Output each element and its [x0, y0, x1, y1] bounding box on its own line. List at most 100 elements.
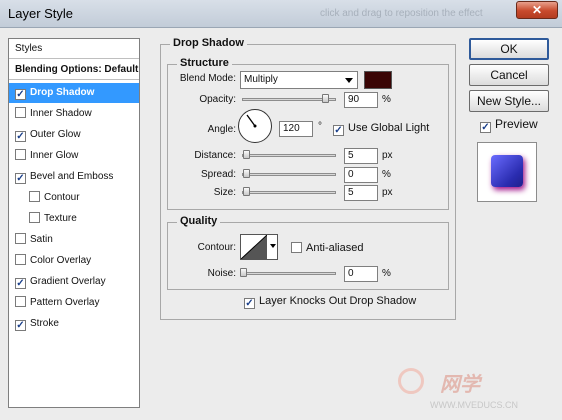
stroke-checkbox[interactable]: ✓: [15, 320, 26, 331]
style-item-gradient-overlay[interactable]: ✓ Gradient Overlay: [9, 272, 139, 292]
distance-slider-thumb[interactable]: [243, 150, 250, 159]
use-global-light-label: Use Global Light: [348, 122, 430, 134]
contour-checkbox[interactable]: [29, 191, 40, 202]
ok-button[interactable]: OK: [469, 38, 549, 60]
style-item-inner-glow[interactable]: Inner Glow: [9, 146, 139, 166]
style-item-pattern-overlay[interactable]: Pattern Overlay: [9, 293, 139, 313]
style-item-contour[interactable]: Contour: [9, 188, 139, 208]
pattern-overlay-checkbox[interactable]: [15, 296, 26, 307]
style-item-bevel-emboss[interactable]: ✓ Bevel and Emboss: [9, 167, 139, 187]
noise-input[interactable]: 0: [344, 266, 378, 282]
opacity-label: Opacity:: [199, 94, 236, 105]
styles-header[interactable]: Styles: [9, 39, 139, 59]
style-item-label: Pattern Overlay: [30, 297, 100, 308]
spread-input[interactable]: 0: [344, 167, 378, 183]
noise-slider-thumb[interactable]: [240, 268, 247, 277]
style-item-label: Texture: [44, 213, 77, 224]
chevron-down-icon: [270, 244, 276, 248]
anti-aliased-checkbox[interactable]: [291, 242, 302, 253]
color-overlay-checkbox[interactable]: [15, 254, 26, 265]
contour-picker[interactable]: [240, 234, 278, 260]
contour-curve-icon: [241, 235, 267, 259]
size-slider-thumb[interactable]: [243, 187, 250, 196]
bevel-emboss-checkbox[interactable]: ✓: [15, 173, 26, 184]
watermark-brand: 网学: [440, 374, 480, 396]
new-style-button[interactable]: New Style...: [469, 90, 549, 112]
layer-knocks-out-toggle[interactable]: ✓ Layer Knocks Out Drop Shadow: [244, 295, 416, 309]
window-title: Layer Style: [8, 6, 74, 21]
style-item-label: Stroke: [30, 318, 59, 329]
quality-group: [167, 222, 449, 290]
inner-shadow-checkbox[interactable]: [15, 107, 26, 118]
angle-dial[interactable]: [238, 109, 272, 143]
angle-input[interactable]: 120: [279, 121, 313, 137]
anti-aliased-label: Anti-aliased: [306, 242, 364, 254]
angle-unit: °: [318, 121, 322, 132]
gradient-overlay-checkbox[interactable]: ✓: [15, 278, 26, 289]
style-item-label: Drop Shadow: [30, 87, 95, 98]
watermark-url: WWW.MVEDUCS.CN: [430, 400, 518, 410]
style-item-label: Inner Glow: [30, 150, 79, 161]
preview-label: Preview: [495, 117, 538, 131]
opacity-input[interactable]: 90: [344, 92, 378, 108]
styles-list: Styles Blending Options: Default ✓ Drop S…: [8, 38, 140, 408]
distance-label: Distance:: [194, 150, 236, 161]
anti-aliased-toggle[interactable]: Anti-aliased: [291, 242, 363, 254]
cancel-button[interactable]: Cancel: [469, 64, 549, 86]
blending-options-item[interactable]: Blending Options: Default: [9, 60, 139, 80]
size-unit: px: [382, 187, 393, 198]
blend-mode-select[interactable]: Multiply: [240, 71, 358, 89]
style-item-color-overlay[interactable]: Color Overlay: [9, 251, 139, 271]
size-input[interactable]: 5: [344, 185, 378, 201]
style-item-label: Inner Shadow: [30, 108, 92, 119]
layer-knocks-out-checkbox[interactable]: ✓: [244, 298, 255, 309]
preview-toggle[interactable]: ✓ Preview: [480, 117, 538, 133]
size-slider-track[interactable]: [242, 191, 336, 194]
blend-mode-value: Multiply: [244, 74, 278, 85]
contour-label: Contour:: [197, 242, 236, 253]
close-button[interactable]: ✕: [516, 1, 558, 19]
distance-slider-track[interactable]: [242, 154, 336, 157]
spread-slider-track[interactable]: [242, 173, 336, 176]
style-item-stroke[interactable]: ✓ Stroke: [9, 314, 139, 334]
style-item-inner-shadow[interactable]: Inner Shadow: [9, 104, 139, 124]
style-item-label: Gradient Overlay: [30, 276, 106, 287]
style-item-label: Satin: [30, 234, 53, 245]
dialog-body: Styles Blending Options: Default ✓ Drop S…: [0, 28, 562, 420]
preview-checkbox[interactable]: ✓: [480, 122, 491, 133]
outer-glow-checkbox[interactable]: ✓: [15, 131, 26, 142]
use-global-light-checkbox[interactable]: ✓: [333, 125, 344, 136]
watermark-logo-icon: [398, 368, 424, 394]
style-item-satin[interactable]: Satin: [9, 230, 139, 250]
angle-label: Angle:: [207, 124, 236, 135]
style-item-drop-shadow[interactable]: ✓ Drop Shadow: [9, 83, 139, 103]
layer-knocks-out-label: Layer Knocks Out Drop Shadow: [259, 295, 417, 307]
opacity-slider-thumb[interactable]: [322, 94, 329, 103]
title-bar: Layer Style click and drag to reposition…: [0, 0, 562, 28]
quality-title: Quality: [177, 215, 221, 227]
chevron-down-icon: [345, 78, 353, 83]
style-item-label: Color Overlay: [30, 255, 92, 266]
inner-glow-checkbox[interactable]: [15, 149, 26, 160]
structure-title: Structure: [177, 57, 232, 69]
spread-slider-thumb[interactable]: [243, 169, 250, 178]
style-item-label: Bevel and Emboss: [30, 171, 114, 182]
preview-swatch: [491, 155, 523, 187]
use-global-light-toggle[interactable]: ✓ Use Global Light: [333, 122, 429, 136]
satin-checkbox[interactable]: [15, 233, 26, 244]
opacity-unit: %: [382, 94, 391, 105]
blend-mode-label: Blend Mode:: [179, 73, 236, 84]
angle-needle-icon: [246, 114, 257, 128]
shadow-color-swatch[interactable]: [364, 71, 392, 89]
preview-thumbnail: [477, 142, 537, 202]
spread-label: Spread:: [200, 169, 236, 180]
style-item-label: Outer Glow: [30, 129, 81, 140]
texture-checkbox[interactable]: [29, 212, 40, 223]
drop-shadow-title: Drop Shadow: [170, 37, 247, 49]
drop-shadow-checkbox[interactable]: ✓: [15, 89, 26, 100]
noise-slider-track[interactable]: [240, 272, 336, 275]
style-item-texture[interactable]: Texture: [9, 209, 139, 229]
header-watermark: click and drag to reposition the effect: [320, 8, 483, 19]
style-item-outer-glow[interactable]: ✓ Outer Glow: [9, 125, 139, 145]
distance-input[interactable]: 5: [344, 148, 378, 164]
